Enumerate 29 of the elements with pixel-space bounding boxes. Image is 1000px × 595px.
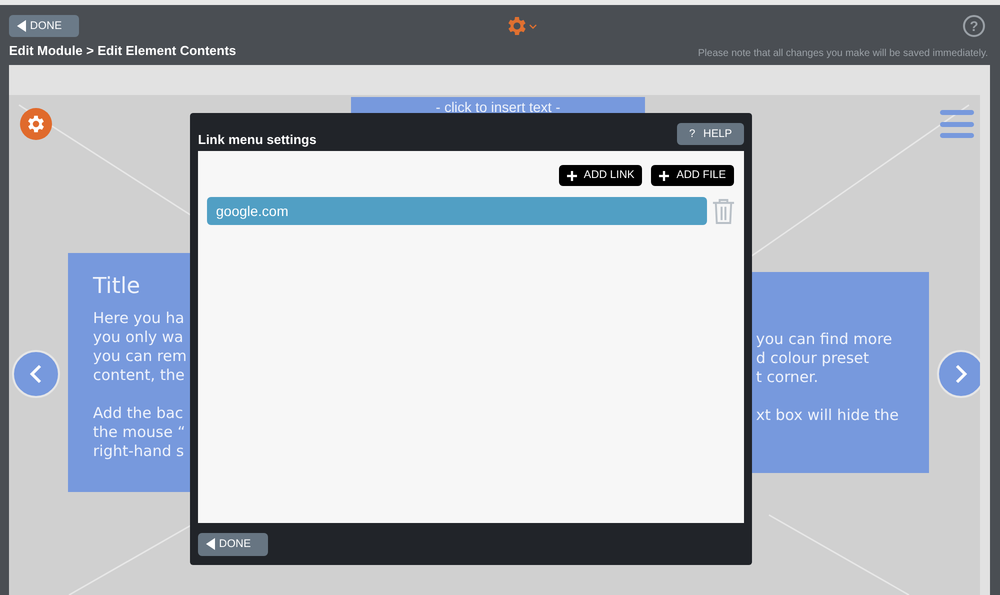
caret-icon: [529, 24, 537, 28]
dialog-done-button[interactable]: DONE: [198, 532, 268, 556]
back-icon: [17, 20, 26, 32]
back-icon: [206, 538, 215, 550]
breadcrumb: Edit Module > Edit Element Contents: [9, 42, 236, 60]
plus-icon: [566, 170, 577, 180]
add-button[interactable]: ADD LINK: [558, 165, 642, 186]
dialog-title: Link menu settings: [198, 130, 316, 149]
menu-icon[interactable]: [940, 110, 974, 138]
help-button[interactable]: ? HELP: [677, 123, 744, 145]
trash-icon[interactable]: [712, 198, 735, 224]
done-button[interactable]: DONE: [9, 15, 79, 37]
add-button[interactable]: ADD FILE: [651, 165, 734, 186]
chevron-right-icon: [955, 364, 967, 384]
next-button[interactable]: [937, 350, 980, 398]
block-text: xt box will hide the: [756, 406, 900, 425]
block-title: Title: [93, 273, 142, 300]
gear-icon: [25, 113, 47, 135]
save-notice: Please note that all changes you make will be saved immediately.: [698, 46, 988, 60]
previous-button[interactable]: [12, 350, 60, 398]
chevron-left-icon: [30, 364, 42, 384]
link-item[interactable]: google.com: [207, 197, 707, 225]
block-text: you can find more d colour preset t corner.: [756, 330, 894, 387]
plus-icon: [659, 170, 670, 180]
help-icon[interactable]: ?: [963, 15, 985, 37]
question-mark-icon: ?: [689, 126, 696, 142]
block-text: Here you ha you only wa you can rem content, the: [93, 308, 188, 384]
settings-badge[interactable]: [20, 108, 52, 140]
block-text: Add the bac the mouse “ right-hand s: [93, 404, 186, 460]
